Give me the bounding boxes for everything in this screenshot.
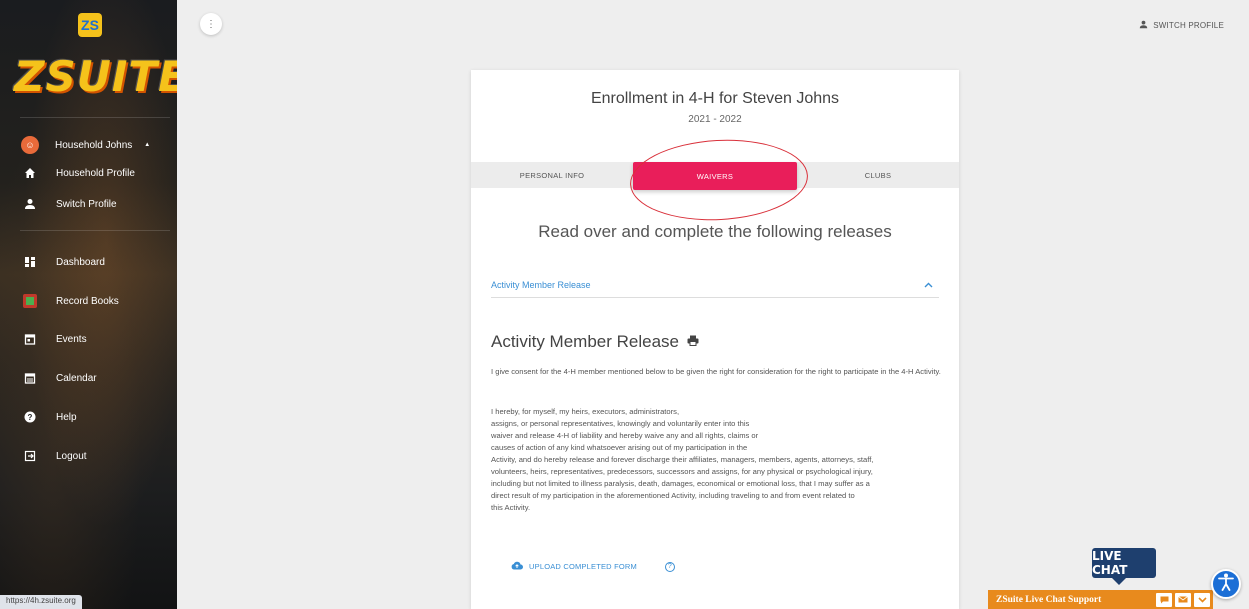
- accessibility-icon: [1218, 573, 1234, 596]
- sidebar-item-label: Help: [56, 411, 77, 423]
- sidebar-item-switch-profile[interactable]: Switch Profile: [23, 194, 117, 214]
- sidebar-item-label: Switch Profile: [56, 198, 117, 210]
- menu-kebab-button[interactable]: ⋮: [200, 13, 222, 35]
- help-icon: ?: [23, 410, 37, 424]
- sidebar-item-label: Logout: [56, 450, 87, 462]
- live-chat-label: ZSuite Live Chat Support: [996, 594, 1102, 605]
- enrollment-tabs: PERSONAL INFO WAIVERS CLUBS: [471, 162, 959, 190]
- upload-completed-form-button[interactable]: UPLOAD COMPLETED FORM ?: [511, 561, 675, 572]
- sidebar-item-dashboard[interactable]: Dashboard: [23, 252, 105, 272]
- home-icon: [23, 166, 37, 180]
- sidebar-item-events[interactable]: Events: [23, 329, 87, 349]
- person-icon: [1139, 20, 1148, 31]
- tab-personal-info[interactable]: PERSONAL INFO: [471, 162, 633, 188]
- sidebar-item-label: Record Books: [56, 295, 119, 307]
- switch-profile-button[interactable]: SWITCH PROFILE: [1139, 20, 1224, 31]
- accordion-label: Activity Member Release: [491, 279, 591, 290]
- sidebar-item-label: Calendar: [56, 372, 97, 384]
- accessibility-button[interactable]: [1211, 569, 1241, 599]
- tab-clubs[interactable]: CLUBS: [797, 162, 959, 188]
- caret-up-icon: ▲: [144, 142, 151, 148]
- enrollment-card: Enrollment in 4-H for Steven Johns 2021 …: [471, 70, 959, 609]
- more-vert-icon: ⋮: [206, 18, 216, 30]
- enrollment-year: 2021 - 2022: [688, 114, 742, 125]
- tab-waivers[interactable]: WAIVERS: [633, 162, 797, 190]
- cloud-upload-icon: [511, 561, 523, 572]
- record-book-icon: [23, 294, 37, 308]
- sidebar-item-label: Dashboard: [56, 256, 105, 268]
- email-icon[interactable]: [1175, 592, 1191, 607]
- sidebar-item-household-profile[interactable]: Household Profile: [23, 163, 135, 183]
- sidebar-item-record-books[interactable]: Record Books: [23, 291, 119, 311]
- sidebar-item-label: Events: [56, 333, 87, 345]
- chat-icon[interactable]: [1156, 592, 1172, 607]
- release-paragraph-2: I hereby, for myself, my heirs, executor…: [491, 407, 874, 512]
- household-selector[interactable]: ☺ Household Johns ▲: [21, 135, 151, 155]
- sidebar: ZS ZSUITE ☺ Household Johns ▲ Household …: [0, 0, 177, 609]
- event-icon: [23, 332, 37, 346]
- sidebar-item-logout[interactable]: Logout: [23, 446, 87, 466]
- live-chat-bar[interactable]: ZSuite Live Chat Support: [988, 590, 1213, 609]
- release-title: Activity Member Release: [491, 332, 699, 352]
- household-label: Household Johns: [55, 139, 133, 151]
- status-url: https://4h.zsuite.org: [0, 595, 82, 609]
- sidebar-item-help[interactable]: ? Help: [23, 407, 77, 427]
- page-title: Enrollment in 4-H for Steven Johns: [590, 90, 840, 107]
- live-chat-bubble[interactable]: LIVE CHAT: [1092, 548, 1156, 585]
- release-paragraph-1: I give consent for the 4-H member mentio…: [491, 367, 941, 376]
- upload-label: UPLOAD COMPLETED FORM: [529, 562, 637, 571]
- svg-text:?: ?: [28, 413, 33, 422]
- next-section-heading-clipped: [491, 600, 791, 609]
- person-icon: [23, 197, 37, 211]
- instructions-heading: Read over and complete the following rel…: [538, 222, 892, 241]
- logout-icon: [23, 449, 37, 463]
- help-circle-icon[interactable]: ?: [664, 561, 675, 572]
- sidebar-item-label: Household Profile: [56, 167, 135, 179]
- chevron-down-icon[interactable]: [1194, 592, 1210, 607]
- sidebar-item-calendar[interactable]: Calendar: [23, 368, 97, 388]
- release-title-text: Activity Member Release: [491, 332, 680, 351]
- switch-profile-label: SWITCH PROFILE: [1153, 21, 1224, 30]
- household-avatar-icon: ☺: [21, 136, 39, 154]
- zsuite-logo-badge: ZS: [78, 13, 102, 37]
- calendar-icon: [23, 371, 37, 385]
- dashboard-icon: [23, 255, 37, 269]
- print-icon[interactable]: [687, 335, 699, 349]
- accordion-activity-member-release[interactable]: Activity Member Release: [491, 272, 939, 298]
- chevron-up-icon: [924, 280, 933, 290]
- zsuite-logo: ZSUITE: [14, 52, 177, 101]
